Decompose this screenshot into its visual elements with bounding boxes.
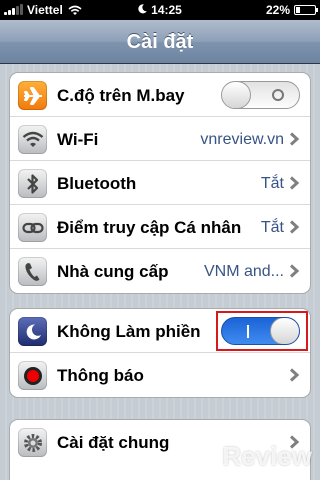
airplane-mode-label: C.độ trên M.bay <box>57 86 185 105</box>
do-not-disturb-row: Không Làm phiền <box>10 309 310 353</box>
sidebar-item-carrier[interactable]: Nhà cung cấp VNM and... <box>10 249 310 293</box>
carrier-label: Nhà cung cấp <box>57 262 169 281</box>
moon-icon <box>18 317 47 346</box>
chevron-right-icon <box>289 264 300 278</box>
do-not-disturb-label: Không Làm phiền <box>57 322 201 341</box>
watermark-text: Review <box>222 441 312 471</box>
highlight-box <box>216 311 308 351</box>
moon-status-icon <box>138 4 147 14</box>
carrier-value: VNM and... <box>203 263 284 280</box>
hotspot-label: Điểm truy cập Cá nhân <box>57 218 242 237</box>
notifications-label: Thông báo <box>57 366 144 385</box>
bluetooth-label: Bluetooth <box>57 174 137 193</box>
page-title: Cài đặt <box>126 31 194 53</box>
airplane-mode-row: C.độ trên M.bay <box>10 73 310 117</box>
settings-group-network: C.độ trên M.bay Wi-Fi vnreview.vn Blueto… <box>9 72 311 294</box>
link-icon <box>18 213 47 242</box>
wifi-label: Wi-Fi <box>57 130 99 149</box>
bluetooth-value: Tắt <box>260 175 284 192</box>
sidebar-item-bluetooth[interactable]: Bluetooth Tắt <box>10 161 310 205</box>
hotspot-value: Tắt <box>260 219 284 236</box>
navigation-bar: Cài đặt <box>0 20 320 64</box>
battery-percent: 22% <box>265 3 290 17</box>
general-label: Cài đặt chung <box>57 433 170 452</box>
battery-indicator: 22% <box>265 3 318 17</box>
chevron-right-icon <box>289 176 300 190</box>
wifi-icon <box>18 125 47 154</box>
chevron-right-icon <box>289 132 300 146</box>
sidebar-item-notifications[interactable]: Thông báo <box>10 353 310 397</box>
wifi-value: vnreview.vn <box>200 131 284 148</box>
chevron-right-icon <box>289 368 300 382</box>
vnreview-watermark: Review <box>180 441 312 472</box>
phone-icon <box>18 257 47 286</box>
gear-icon <box>18 428 47 457</box>
time-text: 14:25 <box>151 3 182 17</box>
airplane-mode-toggle[interactable] <box>221 81 300 109</box>
toggle-knob <box>222 82 251 108</box>
bluetooth-icon <box>18 169 47 198</box>
sidebar-item-wifi[interactable]: Wi-Fi vnreview.vn <box>10 117 310 161</box>
vn-logo-icon <box>180 446 221 467</box>
status-bar: Viettel 14:25 22% <box>0 0 320 20</box>
toggle-off-mark <box>272 89 284 101</box>
sidebar-item-personal-hotspot[interactable]: Điểm truy cập Cá nhân Tắt <box>10 205 310 249</box>
battery-icon <box>294 5 318 15</box>
settings-group-notifications: Không Làm phiền Thông báo <box>9 308 311 398</box>
notification-icon <box>18 361 47 390</box>
chevron-right-icon <box>289 220 300 234</box>
airplane-icon <box>18 81 47 110</box>
